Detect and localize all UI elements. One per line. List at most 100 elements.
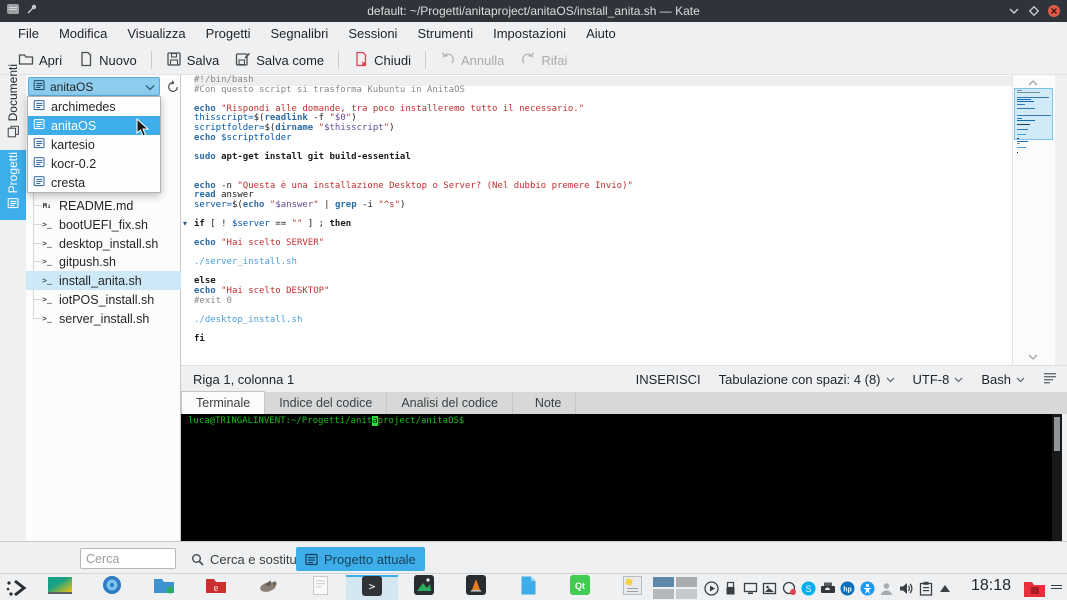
terminal-panel[interactable]: luca@TRINGALINVENT:~/Progetti/anitaproje… bbox=[181, 414, 1062, 541]
documents-icon bbox=[7, 125, 20, 143]
app-launcher-icon[interactable] bbox=[4, 578, 30, 598]
salva-button[interactable]: Salva bbox=[158, 48, 228, 73]
panel-tab-analisi-del-codice[interactable]: Analisi del codice bbox=[387, 392, 513, 414]
dropdown-item-label: anitaOS bbox=[51, 118, 97, 133]
menu-file[interactable]: File bbox=[8, 23, 49, 45]
skype-tray-icon[interactable]: S bbox=[801, 580, 817, 596]
save-as-icon bbox=[235, 51, 251, 70]
code-editor[interactable]: #!/bin/bash #Con questo script si trasfor… bbox=[181, 75, 1055, 365]
scroll-up-icon[interactable] bbox=[1025, 78, 1041, 88]
fold-marker-icon[interactable]: ▾ bbox=[183, 219, 187, 228]
minimize-icon[interactable] bbox=[1005, 2, 1023, 20]
annulla-button[interactable]: Annulla bbox=[432, 48, 512, 73]
file-bootuefi-fix-sh[interactable]: >_ bootUEFI_fix.sh bbox=[26, 215, 181, 234]
project-icon bbox=[33, 156, 46, 172]
menu-sessioni[interactable]: Sessioni bbox=[338, 23, 407, 45]
current-project-tab[interactable]: Progetto attuale bbox=[296, 547, 425, 571]
salva-come-button[interactable]: Salva come bbox=[227, 48, 332, 73]
chiudi-button[interactable]: Chiudi bbox=[345, 48, 419, 73]
volume-tray-icon[interactable] bbox=[898, 580, 914, 596]
toolbar: Apri Nuovo Salva Salva come Chiudi Annulla Rif… bbox=[0, 46, 1067, 75]
red-folder-e-task-icon: e bbox=[205, 576, 227, 599]
media-player-tray-icon[interactable] bbox=[703, 580, 719, 596]
file-iotpos-install-sh[interactable]: >_ iotPOS_install.sh bbox=[26, 290, 181, 309]
sidebar-tab-documenti[interactable]: Documenti bbox=[0, 64, 26, 148]
search-input[interactable] bbox=[80, 548, 176, 569]
expand-tray-icon[interactable] bbox=[937, 580, 953, 596]
tab-mode-selector[interactable]: Tabulazione con spazi: 4 (8) bbox=[719, 372, 895, 387]
panel-menu-icon[interactable] bbox=[1048, 579, 1064, 595]
file-gitpush-sh[interactable]: >_ gitpush.sh bbox=[26, 252, 181, 271]
language-selector[interactable]: Bash bbox=[981, 372, 1025, 387]
nuovo-button[interactable]: Nuovo bbox=[70, 48, 145, 73]
close-icon[interactable] bbox=[1045, 2, 1063, 20]
dropdown-item-kocr-0-2[interactable]: kocr-0.2 bbox=[28, 154, 160, 173]
terminal-app-task[interactable]: > bbox=[346, 575, 398, 600]
project-icon bbox=[33, 79, 46, 95]
printer-tray-icon[interactable] bbox=[820, 580, 836, 596]
file-desktop-install-sh[interactable]: >_ desktop_install.sh bbox=[26, 234, 181, 253]
yellow-grid-task[interactable] bbox=[606, 575, 658, 600]
menu-aiuto[interactable]: Aiuto bbox=[576, 23, 626, 45]
statusbar-menu-icon[interactable] bbox=[1043, 372, 1057, 387]
media-cone-task[interactable] bbox=[450, 575, 502, 600]
bird-app-task[interactable] bbox=[242, 575, 294, 600]
terminal-scrollbar[interactable] bbox=[1052, 414, 1062, 541]
dark-photo-task[interactable] bbox=[398, 575, 450, 600]
qt-app-task[interactable]: Qt bbox=[554, 575, 606, 600]
terminal-prompt: luca@TRINGALINVENT:~/Progetti/anitaproje… bbox=[188, 416, 465, 426]
menu-progetti[interactable]: Progetti bbox=[196, 23, 261, 45]
red-folder-e-task[interactable]: e bbox=[190, 575, 242, 600]
blue-disc-task[interactable] bbox=[86, 575, 138, 600]
image-tray-icon[interactable] bbox=[762, 580, 778, 596]
scroll-down-icon[interactable] bbox=[1025, 352, 1041, 362]
menu-impostazioni[interactable]: Impostazioni bbox=[483, 23, 576, 45]
blue-disc-task-icon bbox=[102, 575, 122, 600]
rifai-button[interactable]: Rifai bbox=[512, 48, 575, 73]
minimap-viewport[interactable] bbox=[1014, 88, 1053, 140]
file-readme-md[interactable]: M↓ README.md bbox=[26, 196, 181, 215]
usb-device-tray-icon[interactable] bbox=[723, 580, 739, 596]
menu-modifica[interactable]: Modifica bbox=[49, 23, 117, 45]
titlebar[interactable]: default: ~/Progetti/anitaproject/anitaOS… bbox=[0, 0, 1067, 22]
minimap-line bbox=[1017, 142, 1021, 144]
svg-text:>: > bbox=[369, 580, 376, 593]
project-combobox[interactable]: anitaOS bbox=[28, 77, 160, 96]
file-install-anita-sh[interactable]: >_ install_anita.sh bbox=[26, 271, 181, 290]
clipboard-tray-icon[interactable] bbox=[918, 580, 934, 596]
gray-document-task[interactable] bbox=[294, 575, 346, 600]
desktop-wallpaper-task[interactable] bbox=[34, 575, 86, 600]
file-name: bootUEFI_fix.sh bbox=[59, 217, 148, 232]
file-server-install-sh[interactable]: >_ server_install.sh bbox=[26, 309, 181, 328]
cursor-position[interactable]: Riga 1, colonna 1 bbox=[193, 372, 294, 387]
clock[interactable]: 18:18 bbox=[962, 577, 1020, 595]
code-line: #Con questo script si trasforma Kubuntu … bbox=[194, 84, 465, 95]
dark-photo-task-icon bbox=[414, 575, 434, 600]
accessibility-tray-icon[interactable] bbox=[859, 580, 875, 596]
panel-tab-indice-del-codice[interactable]: Indice del codice bbox=[265, 392, 388, 414]
encoding-selector[interactable]: UTF-8 bbox=[913, 372, 964, 387]
insert-mode[interactable]: INSERISCI bbox=[636, 372, 701, 387]
red-folder-icon[interactable] bbox=[1022, 577, 1046, 598]
window-title: default: ~/Progetti/anitaproject/anitaOS… bbox=[367, 4, 700, 18]
notifier-tray-icon[interactable] bbox=[781, 580, 797, 596]
desktop-pager[interactable] bbox=[652, 577, 698, 599]
blue-file-task[interactable] bbox=[502, 575, 554, 600]
dropdown-item-archimedes[interactable]: archimedes bbox=[28, 97, 160, 116]
editor-scrollbar[interactable] bbox=[1012, 75, 1055, 365]
panel-tab-note[interactable]: Note bbox=[521, 392, 577, 414]
chevron-down-icon bbox=[145, 80, 155, 94]
panel-tab-terminale[interactable]: Terminale bbox=[181, 391, 266, 414]
sidebar-tab-progetti[interactable]: Progetti bbox=[0, 150, 26, 220]
menu-strumenti[interactable]: Strumenti bbox=[407, 23, 483, 45]
display-tray-icon[interactable] bbox=[742, 580, 758, 596]
menu-segnalibri[interactable]: Segnalibri bbox=[260, 23, 338, 45]
refresh-project-button[interactable] bbox=[164, 78, 181, 95]
maximize-icon[interactable] bbox=[1025, 2, 1043, 20]
user-tray-icon[interactable] bbox=[879, 580, 895, 596]
hp-tray-icon[interactable]: hp bbox=[840, 580, 856, 596]
file-name: desktop_install.sh bbox=[59, 236, 159, 251]
menu-visualizza[interactable]: Visualizza bbox=[117, 23, 195, 45]
blue-folder-task[interactable] bbox=[138, 575, 190, 600]
dropdown-item-cresta[interactable]: cresta bbox=[28, 173, 160, 192]
